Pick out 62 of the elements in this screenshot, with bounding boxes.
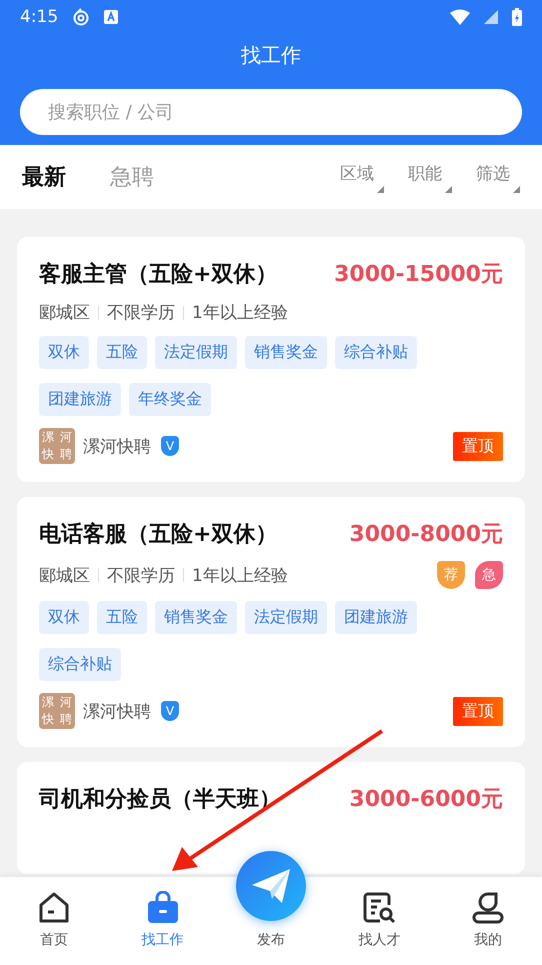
pinned-badge: 置顶 xyxy=(453,696,503,726)
dropdown-caret-icon xyxy=(377,186,384,192)
job-title: 电话客服（五险+双休） xyxy=(39,520,278,549)
benefit-tag: 法定假期 xyxy=(155,336,237,369)
page-title: 找工作 xyxy=(240,42,302,69)
filter-dropdown[interactable]: 筛选 xyxy=(476,162,520,192)
benefit-tag: 销售奖金 xyxy=(245,336,327,369)
pinned-badge: 置顶 xyxy=(453,432,503,460)
user-icon xyxy=(470,891,505,925)
recommended-badge: 荐 xyxy=(437,561,465,589)
benefit-tag: 五险 xyxy=(97,336,147,369)
salary: 3000-6000元 xyxy=(349,786,503,814)
benefit-tag: 综合补贴 xyxy=(39,648,121,681)
nav-tab[interactable]: 我的 xyxy=(434,877,542,965)
benefit-tag: 五险 xyxy=(97,601,147,634)
company-logo: 漯河快聘 xyxy=(39,693,75,729)
company-name: 漯河快聘 xyxy=(83,700,151,722)
benefit-tag: 双休 xyxy=(39,336,89,369)
briefcase-icon xyxy=(146,891,180,925)
benefit-tag: 团建旅游 xyxy=(335,601,417,634)
verified-badge: V xyxy=(161,436,179,456)
status-time: 4:15 xyxy=(20,7,58,27)
nav-tab[interactable]: 找工作 xyxy=(108,877,217,965)
urgent-badge: 急 xyxy=(475,561,503,589)
document-search-icon xyxy=(362,891,396,925)
filter-dropdown[interactable]: 区域 xyxy=(340,162,384,192)
company-logo: 漯河快聘 xyxy=(39,428,75,464)
salary: 3000-8000元 xyxy=(349,521,503,549)
benefit-tag: 团建旅游 xyxy=(39,383,121,416)
company-name: 漯河快聘 xyxy=(83,436,151,458)
publish-button[interactable] xyxy=(236,851,306,921)
dropdown-caret-icon xyxy=(513,186,520,192)
benefit-tag: 综合补贴 xyxy=(335,336,417,369)
job-requirement: 1年以上经验 xyxy=(192,564,288,586)
filter-dropdown[interactable]: 职能 xyxy=(408,162,452,192)
benefit-tag: 法定假期 xyxy=(245,601,327,634)
benefit-tag: 销售奖金 xyxy=(155,601,237,634)
paper-plane-icon xyxy=(252,869,290,903)
job-title: 客服主管（五险+双休） xyxy=(39,260,278,289)
job-requirement: 郾城区 xyxy=(39,564,90,586)
app-notification-icon xyxy=(104,10,118,24)
verified-badge: V xyxy=(161,701,179,721)
list-tab[interactable]: 最新 xyxy=(22,162,66,192)
job-card[interactable]: 电话客服（五险+双休） 3000-8000元 郾城区 不限学历 1年以上经验 荐 急 双休 五险 销售奖金 法定假期 团建旅游 综合补贴 漯河快聘 漯河快聘 V 置顶 xyxy=(17,497,525,747)
dropdown-caret-icon xyxy=(445,186,452,192)
benefit-tag: 双休 xyxy=(39,601,89,634)
nav-tab[interactable]: 找人才 xyxy=(325,877,434,965)
spiral-icon xyxy=(72,8,90,26)
signal-icon xyxy=(484,10,498,24)
battery-charging-icon xyxy=(512,8,522,26)
job-requirement: 不限学历 xyxy=(107,302,175,324)
nav-tab[interactable]: 发布 xyxy=(257,931,286,949)
job-card[interactable]: 客服主管（五险+双休） 3000-15000元 郾城区 不限学历 1年以上经验 双休 五险 法定假期 销售奖金 综合补贴 团建旅游 年终奖金 漯河快聘 漯河快聘 V 置顶 xyxy=(17,237,525,482)
wifi-icon xyxy=(450,9,470,25)
job-requirement: 1年以上经验 xyxy=(192,302,288,324)
search-field[interactable]: 搜索职位 / 公司 xyxy=(20,89,522,135)
salary: 3000-15000元 xyxy=(334,261,503,289)
job-requirement: 不限学历 xyxy=(107,564,175,586)
nav-tab[interactable]: 首页 xyxy=(0,877,108,965)
home-icon xyxy=(37,891,72,925)
benefit-tag: 年终奖金 xyxy=(129,383,211,416)
job-requirement: 郾城区 xyxy=(39,302,90,324)
